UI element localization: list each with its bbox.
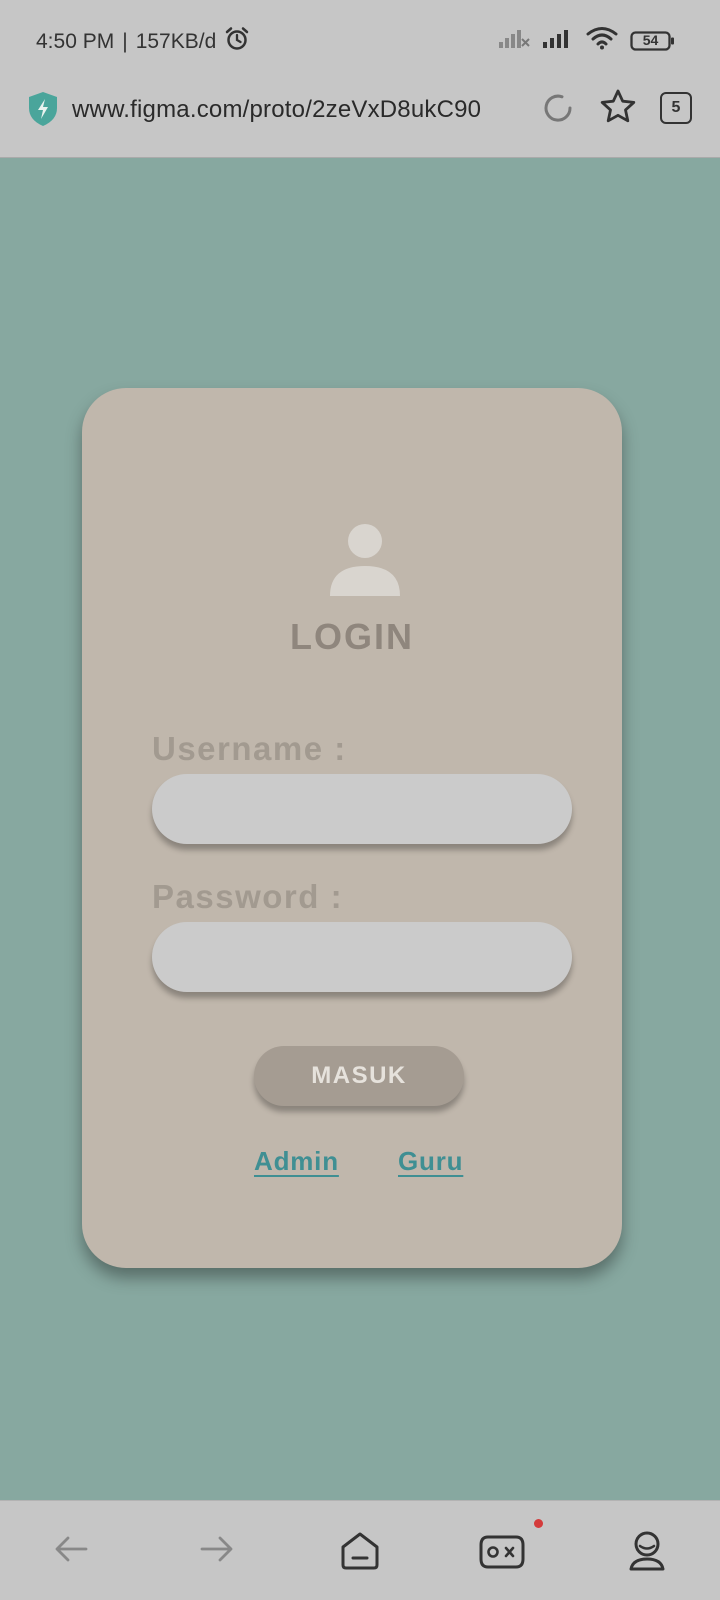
home-icon[interactable] xyxy=(338,1529,382,1578)
bottom-nav xyxy=(0,1500,720,1600)
login-title: LOGIN xyxy=(290,616,414,657)
star-icon[interactable] xyxy=(598,87,638,132)
shield-icon[interactable] xyxy=(26,90,60,133)
battery-level: 54 xyxy=(642,31,659,48)
username-label: Username : xyxy=(152,730,347,767)
status-separator: | xyxy=(122,30,128,53)
status-right: 54 xyxy=(498,26,676,55)
tab-count: 5 xyxy=(671,99,681,116)
admin-link[interactable]: Admin xyxy=(254,1146,339,1177)
user-avatar-icon xyxy=(330,524,400,603)
status-data-rate: 157KB/d xyxy=(135,30,217,53)
forward-arrow-icon[interactable] xyxy=(196,1529,236,1574)
username-input[interactable] xyxy=(152,774,572,844)
status-left: 4:50 PM | 157KB/d xyxy=(36,26,250,58)
masuk-button[interactable]: MASUK xyxy=(254,1046,464,1106)
url-field[interactable]: www.figma.com/proto/2zeVxD8ukC90 xyxy=(72,96,481,124)
games-icon[interactable] xyxy=(478,1529,526,1578)
password-label: Password : xyxy=(152,878,344,915)
wifi-icon xyxy=(586,26,618,55)
status-time: 4:50 PM xyxy=(36,30,115,53)
battery-icon: 54 xyxy=(630,30,676,52)
alarm-icon xyxy=(224,26,250,58)
guru-link[interactable]: Guru xyxy=(398,1146,463,1177)
reload-icon[interactable] xyxy=(540,90,576,131)
main-content: LOGIN Username : Password : MASUK Admin … xyxy=(0,158,720,1500)
password-input[interactable] xyxy=(152,922,572,992)
login-card: LOGIN Username : Password : MASUK Admin … xyxy=(82,388,622,1268)
address-bar: www.figma.com/proto/2zeVxD8ukC90 5 xyxy=(0,72,720,158)
back-arrow-icon[interactable] xyxy=(52,1529,92,1574)
tabs-button[interactable]: 5 xyxy=(660,92,692,124)
status-bar: 4:50 PM | 157KB/d 54 xyxy=(0,0,720,72)
notification-dot xyxy=(534,1519,543,1528)
signal-off-icon xyxy=(498,27,530,54)
profile-icon[interactable] xyxy=(626,1529,668,1578)
signal-icon xyxy=(542,27,574,54)
